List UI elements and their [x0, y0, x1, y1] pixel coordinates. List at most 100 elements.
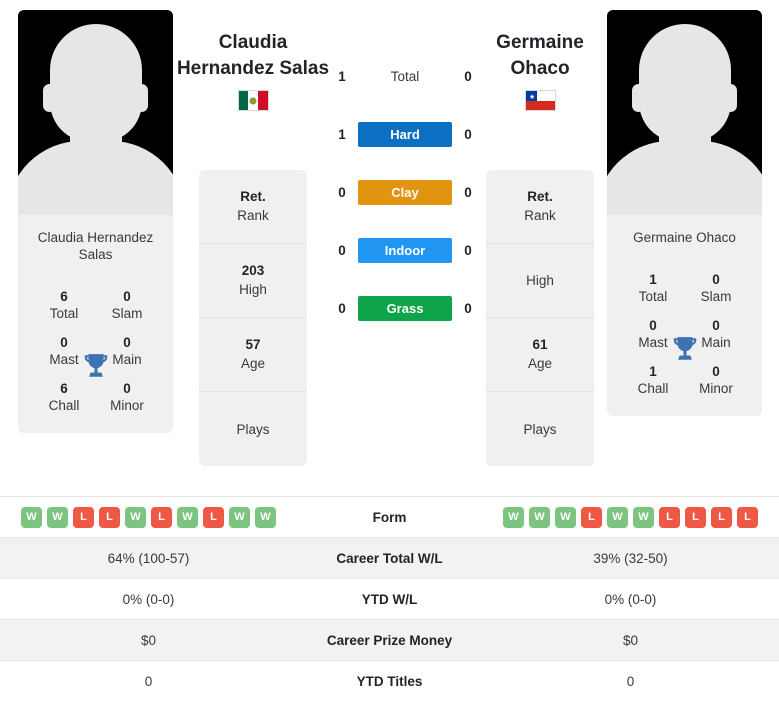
stat-minor-label: Minor	[110, 398, 144, 413]
rank-label: Rank	[524, 208, 556, 223]
rank-value: Ret.	[240, 189, 266, 204]
age-value: 61	[532, 337, 548, 352]
titles-row-1: 6 Total 0 Slam	[18, 277, 173, 323]
stat-main-label: Main	[701, 335, 731, 350]
age-label: Age	[240, 356, 266, 371]
left-player-name-block: Claudia Hernandez Salas	[163, 30, 343, 111]
form-badge-win[interactable]: W	[47, 506, 68, 528]
form-badge-win[interactable]: W	[503, 506, 524, 528]
stat-chall-label: Chall	[637, 381, 669, 396]
stat-main-value: 0	[123, 335, 131, 350]
surface-badge-hard: Hard	[358, 122, 452, 147]
rank-value: Ret.	[527, 189, 553, 204]
row-label: Career Total W/L	[336, 550, 443, 566]
form-badge-win[interactable]: W	[255, 506, 276, 528]
right-player-first-name: Germaine	[496, 32, 584, 53]
form-badge-loss[interactable]: L	[99, 506, 120, 528]
h2h-row-clay: 0 Clay 0	[335, 178, 475, 207]
stat-minor-value: 0	[123, 381, 131, 396]
form-badge-loss[interactable]: L	[581, 506, 602, 528]
high-label: High	[526, 273, 554, 288]
avatar-head-icon	[49, 24, 142, 142]
form-badge-win[interactable]: W	[21, 506, 42, 528]
h2h-left-count: 0	[338, 301, 346, 316]
form-badge-loss[interactable]: L	[659, 506, 680, 528]
left-player-titles-card: Claudia Hernandez Salas 6 Total 0 Slam 0…	[18, 215, 173, 433]
form-badge-win[interactable]: W	[607, 506, 628, 528]
h2h-right-count: 0	[464, 185, 472, 200]
left-titles-grid: 6 Total 0 Slam 0 Mast 0 Main 6 Chall 0 M…	[18, 267, 173, 415]
rank-cell-high: High	[486, 244, 594, 318]
row-label: YTD W/L	[361, 591, 418, 607]
stat-slam-value: 0	[123, 289, 131, 304]
right-player-last-name: Ohaco	[510, 58, 570, 79]
stat-chall-value: 6	[60, 381, 68, 396]
form-badge-loss[interactable]: L	[203, 506, 224, 528]
stat-main: 0 Main	[103, 334, 151, 369]
stat-main-label: Main	[112, 352, 142, 367]
form-badge-loss[interactable]: L	[685, 506, 706, 528]
h2h-row-grass: 0 Grass 0	[335, 294, 475, 323]
form-badge-loss[interactable]: L	[737, 506, 758, 528]
stat-chall: 1 Chall	[629, 363, 677, 398]
trophy-icon	[673, 337, 696, 360]
h2h-left-count: 1	[338, 69, 346, 84]
form-badge-win[interactable]: W	[229, 506, 250, 528]
row-left-value: 0% (0-0)	[122, 591, 175, 607]
rank-cell-age: 57 Age	[199, 318, 307, 392]
h2h-right-count: 0	[464, 243, 472, 258]
row-label: Career Prize Money	[326, 632, 453, 648]
h2h-left-count: 0	[338, 185, 346, 200]
table-row: 64% (100-57) Career Total W/L 39% (32-50)	[0, 537, 779, 578]
player-comparison-header: Claudia Hernandez Salas 6 Total 0 Slam 0…	[0, 0, 779, 496]
rank-cell-plays: Plays	[486, 392, 594, 466]
h2h-left-count: 1	[338, 127, 346, 142]
form-badge-win[interactable]: W	[529, 506, 550, 528]
stat-slam-label: Slam	[111, 306, 143, 321]
row-left-value: 64% (100-57)	[107, 550, 190, 566]
row-label: Form	[372, 509, 407, 525]
avatar-ear-left-icon	[632, 84, 645, 112]
avatar-head-icon	[638, 24, 731, 142]
stat-total-value: 1	[649, 272, 657, 287]
table-row: W W L L W L W L W W Form W W W L W W L L L L	[0, 496, 779, 537]
form-badge-win[interactable]: W	[125, 506, 146, 528]
stat-main: 0 Main	[692, 317, 740, 352]
h2h-row-total: 1 Total 0	[335, 62, 475, 91]
stat-total-label: Total	[49, 306, 79, 321]
form-badge-loss[interactable]: L	[711, 506, 732, 528]
avatar-ear-left-icon	[43, 84, 56, 112]
surface-badge-total: Total	[390, 69, 420, 84]
stat-total: 6 Total	[40, 288, 88, 323]
rank-cell-rank: Ret. Rank	[486, 170, 594, 244]
h2h-right-count: 0	[464, 69, 472, 84]
form-badge-win[interactable]: W	[555, 506, 576, 528]
trophy-icon	[84, 354, 107, 377]
form-badge-loss[interactable]: L	[151, 506, 172, 528]
h2h-row-hard: 1 Hard 0	[335, 120, 475, 149]
form-badge-win[interactable]: W	[177, 506, 198, 528]
left-player-first-name: Claudia	[218, 32, 288, 53]
rank-cell-plays: Plays	[199, 392, 307, 466]
stat-slam-label: Slam	[700, 289, 732, 304]
table-row: 0% (0-0) YTD W/L 0% (0-0)	[0, 578, 779, 619]
avatar-ear-right-icon	[135, 84, 148, 112]
table-row: $0 Career Prize Money $0	[0, 619, 779, 660]
plays-label: Plays	[523, 421, 557, 437]
form-badge-loss[interactable]: L	[73, 506, 94, 528]
rank-cell-age: 61 Age	[486, 318, 594, 392]
row-left-value: $0	[140, 632, 157, 648]
row-left-value: 0	[144, 673, 153, 689]
row-label: YTD Titles	[356, 673, 423, 689]
age-label: Age	[527, 356, 553, 371]
row-left-value: WWLLWLWLWW	[0, 506, 297, 528]
stat-mast-value: 0	[60, 335, 68, 350]
form-badge-win[interactable]: W	[633, 506, 654, 528]
h2h-right-count: 0	[464, 127, 472, 142]
stat-chall: 6 Chall	[40, 380, 88, 415]
row-right-value: 39% (32-50)	[593, 550, 668, 566]
stat-minor: 0 Minor	[692, 363, 740, 398]
avatar-ear-right-icon	[724, 84, 737, 112]
stat-minor-label: Minor	[699, 381, 733, 396]
right-titles-grid: 1 Total 0 Slam 0 Mast 0 Main 1 Chall 0 M…	[607, 250, 762, 398]
